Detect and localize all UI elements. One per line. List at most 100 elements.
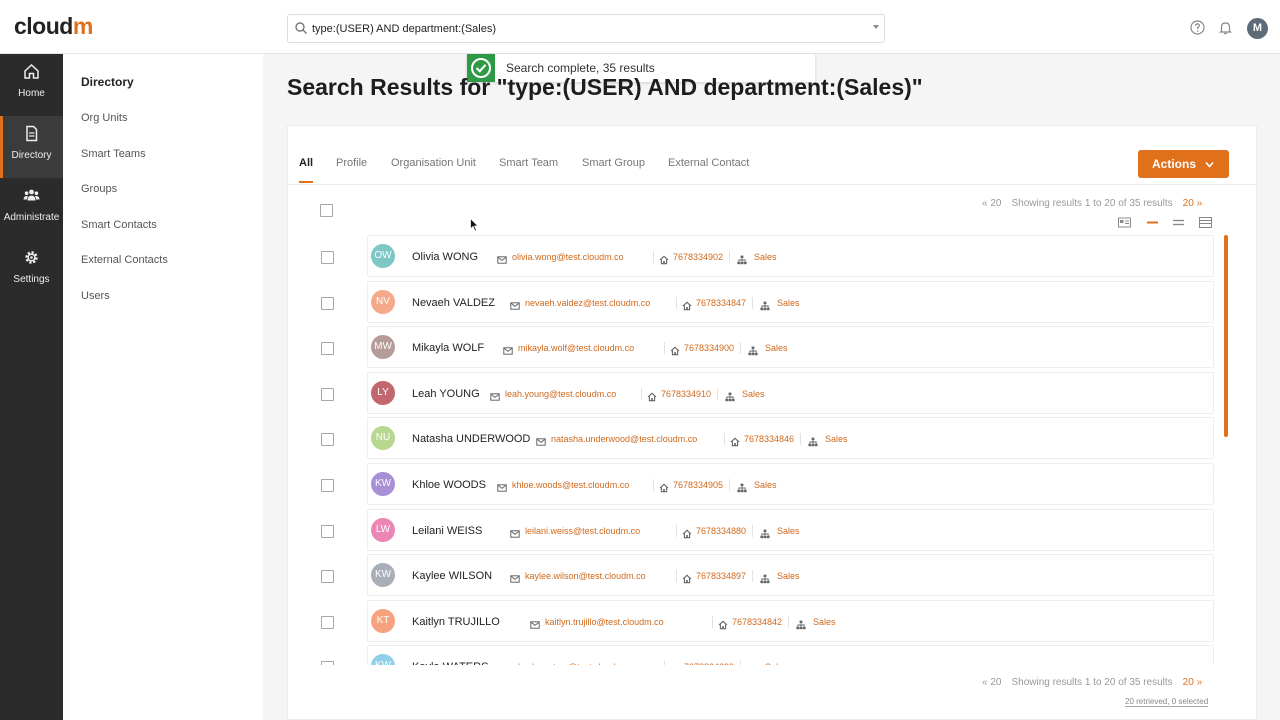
user-name[interactable]: Leah YOUNG [412, 388, 480, 400]
user-email[interactable]: kaitlyn.trujillo@test.cloudm.co [545, 617, 664, 627]
row-checkbox[interactable] [321, 524, 334, 538]
user-email[interactable]: nevaeh.valdez@test.cloudm.co [525, 298, 650, 308]
user-row[interactable]: NU Natasha UNDERWOOD natasha.underwood@tes… [287, 417, 1227, 460]
row-checkbox[interactable] [321, 570, 334, 584]
card-view-icon[interactable] [1118, 217, 1131, 228]
subnav-item-smart-contacts[interactable]: Smart Contacts [81, 219, 157, 231]
row-checkbox[interactable] [321, 615, 334, 629]
actions-button[interactable]: Actions [1138, 150, 1229, 178]
pager-prev[interactable]: « 20 [982, 677, 1001, 688]
user-row[interactable]: KW Kaylee WILSON kaylee.wilson@test.cloudm… [287, 554, 1227, 597]
user-card[interactable] [367, 235, 1214, 277]
subnav-item-groups[interactable]: Groups [81, 183, 117, 195]
help-icon[interactable] [1190, 20, 1205, 35]
user-department[interactable]: Sales [813, 617, 836, 627]
row-checkbox[interactable] [321, 433, 334, 447]
bell-icon[interactable] [1218, 20, 1233, 35]
tab-all[interactable]: All [299, 157, 314, 183]
user-name[interactable]: Kayla WATERS [412, 661, 488, 665]
user-name[interactable]: Khloe WOODS [412, 479, 486, 491]
user-department[interactable]: Sales [777, 526, 800, 536]
user-department[interactable]: Sales [765, 662, 788, 665]
user-email[interactable]: olivia.wong@test.cloudm.co [512, 252, 624, 262]
subnav-item-external-contacts[interactable]: External Contacts [81, 254, 168, 266]
user-department[interactable]: Sales [765, 343, 788, 353]
user-phone[interactable]: 7678334842 [732, 617, 782, 627]
user-row[interactable]: LY Leah YOUNG leah.young@test.cloudm.co 767… [287, 371, 1227, 414]
user-phone[interactable]: 7678334910 [661, 389, 711, 399]
user-email[interactable]: kaylee.wilson@test.cloudm.co [525, 571, 646, 581]
user-department[interactable]: Sales [754, 480, 777, 490]
user-email[interactable]: kayla.waters@test.cloudm.co [518, 662, 635, 665]
compact-list-view-icon[interactable] [1146, 217, 1159, 228]
user-phone[interactable]: 7678334902 [673, 252, 723, 262]
row-checkbox[interactable] [321, 661, 334, 665]
user-card[interactable] [367, 326, 1214, 369]
meta-divider [641, 387, 642, 400]
user-email[interactable]: leah.young@test.cloudm.co [505, 389, 616, 399]
user-phone[interactable]: 7678334900 [684, 343, 734, 353]
search-input[interactable] [312, 18, 852, 40]
user-row[interactable]: KW Khloe WOODS khloe.woods@test.cloudm.co 7… [287, 463, 1227, 505]
pager-next[interactable]: 20 » [1183, 198, 1202, 209]
user-phone[interactable]: 7678334899 [684, 662, 734, 665]
user-phone[interactable]: 7678334905 [673, 480, 723, 490]
nav-directory[interactable]: Directory [0, 116, 63, 178]
user-name[interactable]: Leilani WEISS [412, 525, 482, 537]
user-department[interactable]: Sales [777, 571, 800, 581]
row-checkbox[interactable] [321, 296, 334, 310]
user-row[interactable]: KT Kaitlyn TRUJILLO kaitlyn.trujillo@test.… [287, 599, 1227, 642]
table-view-icon[interactable] [1199, 217, 1212, 228]
user-row[interactable]: MW Mikayla WOLF mikayla.wolf@test.cloudm.c… [287, 326, 1227, 369]
tab-organisation-unit[interactable]: Organisation Unit [391, 157, 476, 169]
user-name[interactable]: Kaylee WILSON [412, 570, 492, 582]
user-row[interactable]: NV Nevaeh VALDEZ nevaeh.valdez@test.cloudm… [287, 280, 1227, 323]
row-checkbox[interactable] [321, 342, 334, 356]
user-email[interactable]: mikayla.wolf@test.cloudm.co [518, 343, 634, 353]
user-card[interactable] [367, 463, 1214, 505]
user-department[interactable]: Sales [825, 434, 848, 444]
pager-prev[interactable]: « 20 [982, 198, 1001, 209]
row-checkbox[interactable] [321, 251, 334, 264]
subnav-item-org-units[interactable]: Org Units [81, 112, 127, 124]
user-email[interactable]: natasha.underwood@test.cloudm.co [551, 434, 697, 444]
user-name[interactable]: Olivia WONG [412, 251, 478, 263]
user-email[interactable]: khloe.woods@test.cloudm.co [512, 480, 629, 490]
user-name[interactable]: Natasha UNDERWOOD [412, 433, 530, 445]
user-row[interactable]: KWKayla WATERSkayla.waters@test.cloudm.c… [287, 645, 1227, 665]
cloudm-logo[interactable]: cloudm [14, 13, 93, 40]
user-phone[interactable]: 7678334897 [696, 571, 746, 581]
user-row[interactable]: OW Olivia WONG olivia.wong@test.cloudm.co 7… [287, 235, 1227, 277]
list-view-icon[interactable] [1172, 217, 1185, 228]
user-phone[interactable]: 7678334880 [696, 526, 746, 536]
results-scrollbar[interactable] [1224, 235, 1228, 437]
row-checkbox[interactable] [321, 479, 334, 492]
subnav-title[interactable]: Directory [81, 75, 134, 89]
subnav-item-users[interactable]: Users [81, 290, 110, 302]
row-checkbox[interactable] [321, 387, 334, 401]
user-row[interactable]: LW Leilani WEISS leilani.weiss@test.cloudm… [287, 508, 1227, 551]
nav-settings[interactable]: Settings [0, 240, 63, 302]
search-box[interactable] [287, 14, 885, 43]
tab-smart-team[interactable]: Smart Team [499, 157, 558, 169]
user-avatar[interactable]: M [1247, 18, 1268, 39]
user-name[interactable]: Mikayla WOLF [412, 342, 484, 354]
user-card[interactable] [367, 645, 1214, 665]
user-name[interactable]: Nevaeh VALDEZ [412, 297, 495, 309]
user-department[interactable]: Sales [777, 298, 800, 308]
select-all-checkbox[interactable] [320, 204, 333, 217]
nav-administrate[interactable]: Administrate [0, 178, 63, 240]
user-department[interactable]: Sales [754, 252, 777, 262]
user-name[interactable]: Kaitlyn TRUJILLO [412, 616, 500, 628]
user-phone[interactable]: 7678334847 [696, 298, 746, 308]
user-department[interactable]: Sales [742, 389, 765, 399]
pager-next[interactable]: 20 » [1183, 677, 1202, 688]
subnav-item-smart-teams[interactable]: Smart Teams [81, 148, 146, 160]
chevron-down-icon[interactable] [872, 23, 880, 31]
user-phone[interactable]: 7678334846 [744, 434, 794, 444]
tab-profile[interactable]: Profile [336, 157, 367, 169]
nav-home[interactable]: Home [0, 54, 63, 116]
tab-smart-group[interactable]: Smart Group [582, 157, 645, 169]
tab-external-contact[interactable]: External Contact [668, 157, 749, 169]
user-email[interactable]: leilani.weiss@test.cloudm.co [525, 526, 640, 536]
